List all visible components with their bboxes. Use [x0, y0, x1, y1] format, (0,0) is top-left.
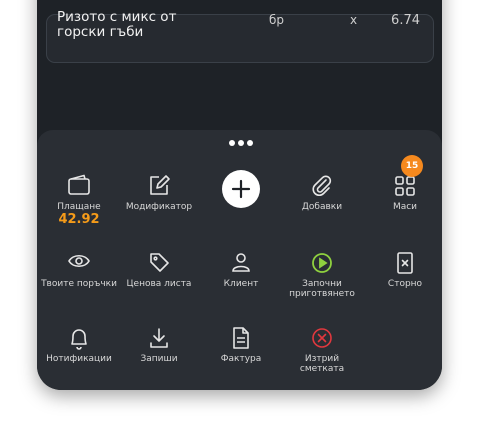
- payment-label: Плащане: [57, 202, 101, 212]
- start-prep-button[interactable]: Започни приготвянето: [282, 251, 362, 299]
- orders-button[interactable]: Твоите поръчки: [39, 251, 119, 289]
- x-circle-icon: [282, 326, 362, 352]
- tables-button[interactable]: Маси: [365, 174, 442, 212]
- phone-screen: Ризото с микс от горски гъби бр x 6.74 П…: [37, 0, 442, 390]
- save-button[interactable]: Запиши: [119, 326, 199, 364]
- save-label: Запиши: [140, 354, 178, 364]
- user-icon: [201, 251, 281, 277]
- delete-bill-label: Изтрий сметката: [299, 354, 345, 374]
- order-item-multiplier: x: [350, 13, 358, 27]
- document-icon: [201, 326, 281, 352]
- edit-icon: [119, 174, 199, 200]
- extras-label: Добавки: [301, 202, 343, 212]
- order-item-price: 6.74: [391, 13, 420, 28]
- actions-sheet: Плащане 42.92 Модификатор Добавки Маси 1…: [37, 130, 442, 390]
- payment-amount: 42.92: [58, 212, 100, 227]
- add-button[interactable]: [222, 170, 260, 208]
- invoice-button[interactable]: Фактура: [201, 326, 281, 364]
- notifications-button[interactable]: Нотификации: [39, 326, 119, 364]
- order-item-name: Ризото с микс от горски гъби: [57, 9, 177, 40]
- bell-icon: [39, 326, 119, 352]
- tables-label: Маси: [392, 202, 418, 212]
- paperclip-icon: [282, 174, 362, 200]
- price-list-label: Ценова листа: [126, 279, 192, 289]
- delete-bill-button[interactable]: Изтрий сметката: [282, 326, 362, 374]
- notifications-label: Нотификации: [46, 354, 112, 364]
- order-item-card[interactable]: Ризото с микс от горски гъби бр x 6.74: [46, 10, 434, 63]
- more-dots-icon[interactable]: [229, 140, 253, 146]
- wallet-icon: [39, 174, 119, 200]
- client-button[interactable]: Клиент: [201, 251, 281, 289]
- client-label: Клиент: [223, 279, 259, 289]
- storno-button[interactable]: Сторно: [365, 251, 442, 289]
- storno-label: Сторно: [387, 279, 423, 289]
- cancel-doc-icon: [365, 251, 442, 277]
- order-item-unit: бр: [269, 13, 285, 27]
- tables-badge: 15: [401, 155, 423, 177]
- price-list-button[interactable]: Ценова листа: [119, 251, 199, 289]
- orders-label: Твоите поръчки: [41, 279, 117, 289]
- download-icon: [119, 326, 199, 352]
- start-prep-label: Започни приготвянето: [289, 279, 355, 299]
- invoice-label: Фактура: [220, 354, 262, 364]
- modifier-label: Модификатор: [125, 202, 193, 212]
- eye-icon: [39, 251, 119, 277]
- payment-button[interactable]: Плащане 42.92: [39, 174, 119, 227]
- plus-icon: [231, 179, 251, 199]
- grid-icon: [365, 174, 442, 200]
- extras-button[interactable]: Добавки: [282, 174, 362, 212]
- play-circle-icon: [282, 251, 362, 277]
- tag-icon: [119, 251, 199, 277]
- modifier-button[interactable]: Модификатор: [119, 174, 199, 212]
